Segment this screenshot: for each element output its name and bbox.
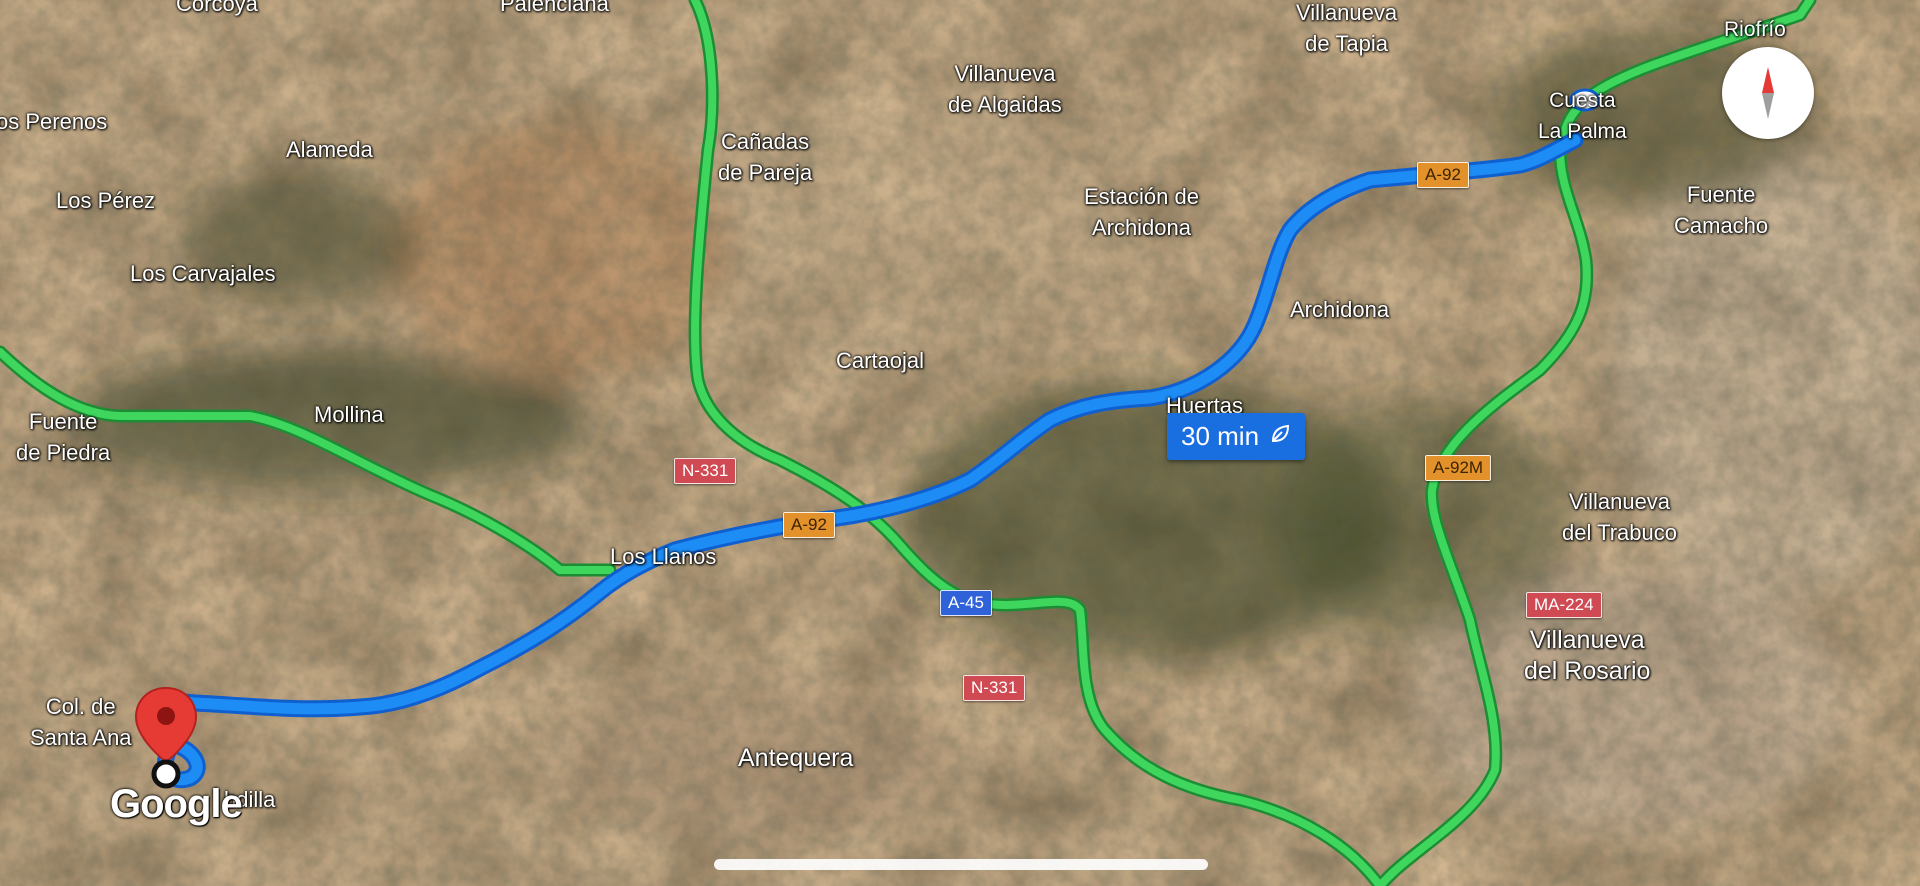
place-label-los-carvajales: Los Carvajales (130, 261, 276, 286)
route-eta-label: 30 min (1181, 421, 1260, 451)
place-label-alameda: Alameda (286, 137, 373, 162)
road-shield-a45: A-45 (940, 590, 992, 616)
road-shield-a92-center: A-92 (783, 512, 835, 538)
place-label-los-perez: Los Pérez (56, 188, 156, 213)
compass-icon (1762, 67, 1774, 119)
destination-pin-icon[interactable] (131, 684, 201, 792)
place-label-villanueva-del-rosario: Villanueva del Rosario (1524, 626, 1651, 685)
home-indicator[interactable] (714, 859, 1208, 870)
place-label-riofrio: Riofrío (1724, 18, 1786, 41)
road-shield-n331-south: N-331 (963, 675, 1026, 701)
place-label-cartaojal: Cartaojal (836, 348, 925, 373)
place-label-fuente-de-piedra: Fuente de Piedra (16, 409, 111, 465)
road-shield-a92m: A-92M (1425, 455, 1492, 481)
place-label-col-santa-ana: Col. de Santa Ana (30, 694, 132, 750)
terrain-fine (0, 0, 1920, 886)
route-eta-badge[interactable]: 30 min (1167, 413, 1306, 460)
place-label-canadas-de-pareja: Cañadas de Pareja (718, 129, 813, 185)
leaf-icon (1269, 421, 1291, 452)
google-logo: Google (110, 782, 243, 826)
place-label-fuente-camacho: Fuente Camacho (1674, 182, 1769, 238)
place-label-cuesta-la-palma: Cuesta La Palma (1538, 89, 1627, 143)
compass-button[interactable] (1722, 47, 1814, 139)
place-label-archidona: Archidona (1290, 297, 1390, 322)
place-label-mollina: Mollina (314, 402, 384, 427)
place-label-villanueva-de-tapia: Villanueva de Tapia (1296, 0, 1398, 56)
place-label-villanueva-de-algaidas: Villanueva de Algaidas (948, 61, 1062, 117)
place-label-los-llanos: Los Llanos (610, 544, 717, 569)
place-label-villanueva-del-trabuco: Villanueva del Trabuco (1562, 489, 1677, 545)
place-label-corcoya: Corcoya (176, 0, 258, 16)
satellite-map[interactable] (0, 0, 1920, 886)
place-label-antequera: Antequera (738, 744, 854, 772)
road-shield-a92-ne: A-92 (1417, 162, 1469, 188)
road-shield-n331-west: N-331 (674, 458, 737, 484)
place-label-los-perenos: os Perenos (0, 109, 108, 134)
place-label-palenciana: Palenciana (500, 0, 609, 16)
road-shield-ma224: MA-224 (1526, 592, 1602, 618)
place-label-estacion-de-archidona: Estación de Archidona (1084, 184, 1199, 240)
